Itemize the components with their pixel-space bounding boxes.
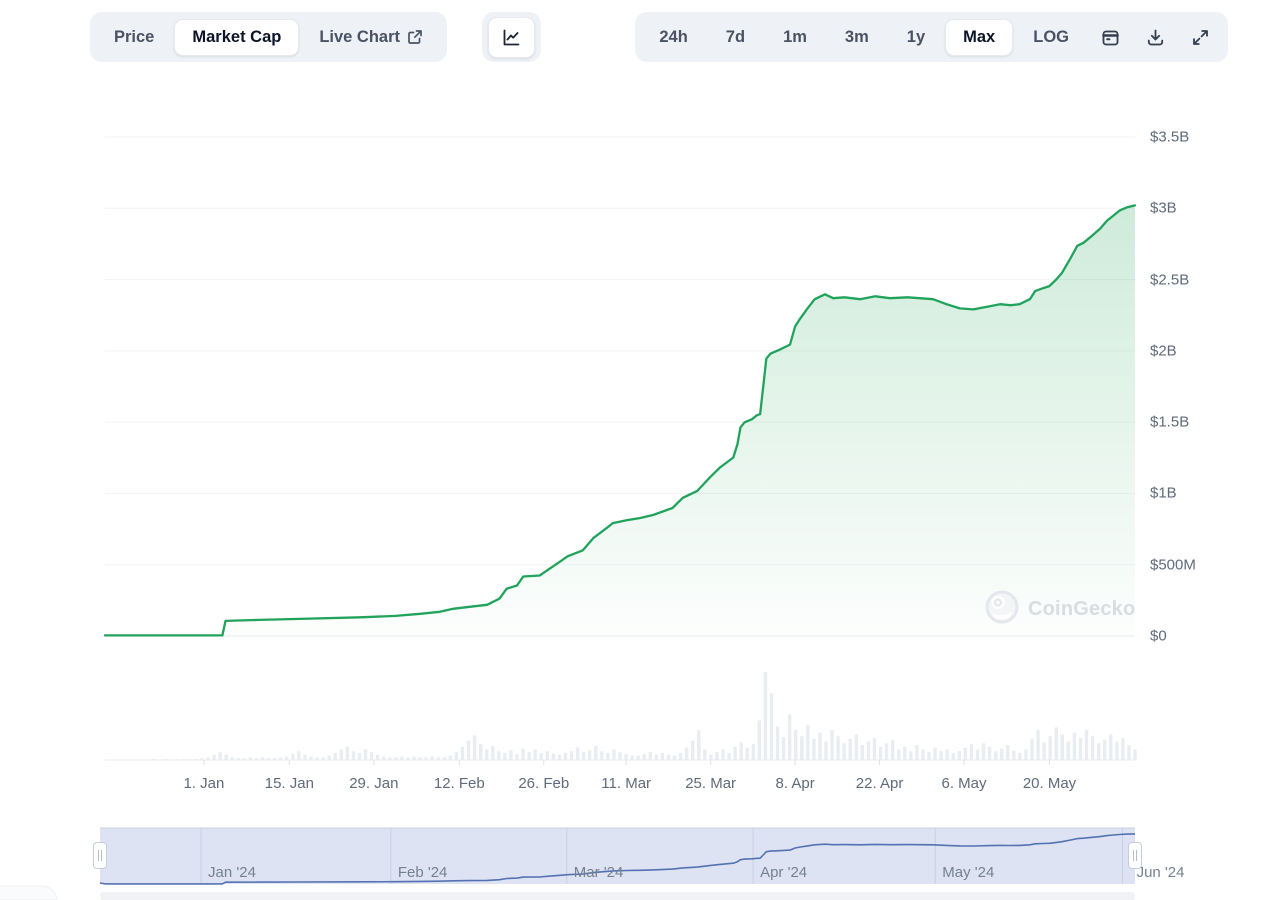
y-axis-tick: $500M	[1150, 556, 1196, 573]
x-axis-tick: 26. Feb	[518, 775, 569, 792]
y-axis-tick: $1.5B	[1150, 414, 1189, 431]
x-axis-tick: 15. Jan	[265, 775, 314, 792]
y-axis-tick: $0	[1150, 628, 1167, 645]
x-axis-tick: 8. Apr	[775, 775, 814, 792]
chart-plot-area[interactable]	[105, 110, 1135, 637]
navigator-selected-range[interactable]	[100, 828, 1135, 884]
navigator-left-handle[interactable]	[93, 842, 107, 869]
x-axis-tick: 29. Jan	[349, 775, 398, 792]
y-axis-tick: $2B	[1150, 342, 1177, 359]
navigator-month-label: Jun '24	[1137, 864, 1185, 881]
y-axis-tick: $3B	[1150, 200, 1177, 217]
y-axis-tick: $3.5B	[1150, 129, 1189, 146]
x-axis-tick: 1. Jan	[183, 775, 224, 792]
x-axis-tick: 12. Feb	[434, 775, 485, 792]
x-axis-tick: 6. May	[942, 775, 987, 792]
market-cap-chart-page: Price Market Cap Live Chart 24h 7d	[0, 0, 1280, 900]
x-axis-tick: 20. May	[1023, 775, 1076, 792]
x-axis-tick: 25. Mar	[685, 775, 736, 792]
y-axis-tick: $2.5B	[1150, 271, 1189, 288]
navigator-right-handle[interactable]	[1128, 842, 1142, 869]
x-axis-tick: 11. Mar	[601, 775, 651, 792]
x-axis-tick: 22. Apr	[856, 775, 904, 792]
y-axis-tick: $1B	[1150, 485, 1177, 502]
